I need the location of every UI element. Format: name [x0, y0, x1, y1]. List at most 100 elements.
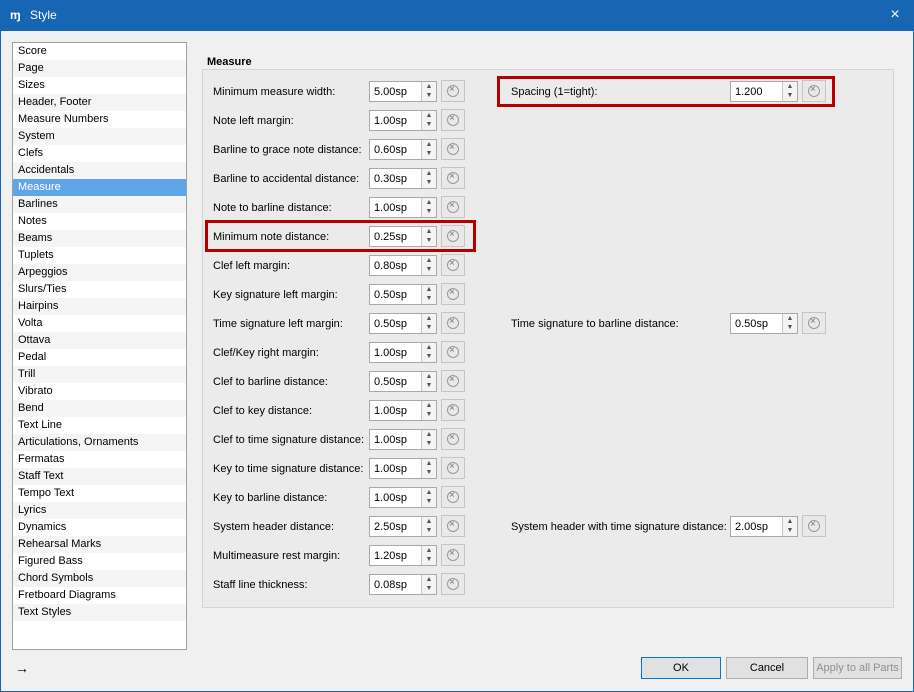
sidebar-item-slurs-ties[interactable]: Slurs/Ties — [13, 281, 186, 298]
setting-spinbox[interactable]: 1.20sp ▲ ▼ — [369, 545, 437, 566]
sidebar-item-chord-symbols[interactable]: Chord Symbols — [13, 570, 186, 587]
spin-up-icon[interactable]: ▲ — [422, 343, 436, 352]
header-time-sig-spinbox[interactable]: 2.00sp ▲ ▼ — [730, 516, 798, 537]
spin-up-icon[interactable]: ▲ — [422, 372, 436, 381]
setting-spinbox[interactable]: 0.60sp ▲ ▼ — [369, 139, 437, 160]
spin-arrows[interactable]: ▲ ▼ — [782, 314, 797, 333]
sidebar-item-vibrato[interactable]: Vibrato — [13, 383, 186, 400]
setting-spinbox[interactable]: 0.30sp ▲ ▼ — [369, 168, 437, 189]
spin-down-icon[interactable]: ▼ — [422, 149, 436, 158]
reset-button[interactable] — [441, 399, 465, 421]
spin-up-icon[interactable]: ▲ — [422, 285, 436, 294]
reset-button[interactable] — [441, 515, 465, 537]
spin-arrows[interactable]: ▲ ▼ — [421, 140, 436, 159]
spin-up-icon[interactable]: ▲ — [422, 140, 436, 149]
spin-arrows[interactable]: ▲ ▼ — [421, 401, 436, 420]
sidebar-item-tempo-text[interactable]: Tempo Text — [13, 485, 186, 502]
spin-down-icon[interactable]: ▼ — [422, 439, 436, 448]
sidebar-item-ottava[interactable]: Ottava — [13, 332, 186, 349]
spin-down-icon[interactable]: ▼ — [422, 526, 436, 535]
spin-down-icon[interactable]: ▼ — [783, 526, 797, 535]
sidebar-item-rehearsal-marks[interactable]: Rehearsal Marks — [13, 536, 186, 553]
spin-arrows[interactable]: ▲ ▼ — [421, 285, 436, 304]
setting-spinbox[interactable]: 0.50sp ▲ ▼ — [369, 284, 437, 305]
setting-spinbox[interactable]: 0.50sp ▲ ▼ — [369, 371, 437, 392]
sidebar-item-clefs[interactable]: Clefs — [13, 145, 186, 162]
spin-up-icon[interactable]: ▲ — [422, 198, 436, 207]
spin-up-icon[interactable]: ▲ — [422, 169, 436, 178]
spin-arrows[interactable]: ▲ ▼ — [421, 169, 436, 188]
sidebar-item-bend[interactable]: Bend — [13, 400, 186, 417]
spin-arrows[interactable]: ▲ ▼ — [421, 459, 436, 478]
spin-arrows[interactable]: ▲ ▼ — [421, 198, 436, 217]
setting-spinbox[interactable]: 0.80sp ▲ ▼ — [369, 255, 437, 276]
setting-spinbox[interactable]: 1.00sp ▲ ▼ — [369, 342, 437, 363]
sidebar-item-staff-text[interactable]: Staff Text — [13, 468, 186, 485]
spin-down-icon[interactable]: ▼ — [422, 265, 436, 274]
reset-button[interactable] — [441, 109, 465, 131]
sidebar-item-tuplets[interactable]: Tuplets — [13, 247, 186, 264]
reset-button[interactable] — [441, 573, 465, 595]
time-sig-barline-spinbox[interactable]: 0.50sp ▲ ▼ — [730, 313, 798, 334]
collapse-arrow-icon[interactable]: → — [15, 660, 29, 676]
sidebar-item-dynamics[interactable]: Dynamics — [13, 519, 186, 536]
spin-down-icon[interactable]: ▼ — [783, 323, 797, 332]
sidebar-item-measure-numbers[interactable]: Measure Numbers — [13, 111, 186, 128]
reset-button[interactable] — [441, 457, 465, 479]
sidebar-item-pedal[interactable]: Pedal — [13, 349, 186, 366]
spin-arrows[interactable]: ▲ ▼ — [421, 111, 436, 130]
spin-up-icon[interactable]: ▲ — [422, 488, 436, 497]
sidebar-item-measure[interactable]: Measure — [13, 179, 186, 196]
spin-arrows[interactable]: ▲ ▼ — [421, 430, 436, 449]
reset-button[interactable] — [441, 428, 465, 450]
sidebar-item-barlines[interactable]: Barlines — [13, 196, 186, 213]
spin-down-icon[interactable]: ▼ — [422, 178, 436, 187]
spin-arrows[interactable]: ▲ ▼ — [421, 488, 436, 507]
spin-down-icon[interactable]: ▼ — [422, 497, 436, 506]
sidebar-item-sizes[interactable]: Sizes — [13, 77, 186, 94]
cancel-button[interactable]: Cancel — [726, 657, 808, 679]
sidebar-item-text-line[interactable]: Text Line — [13, 417, 186, 434]
reset-button[interactable] — [441, 544, 465, 566]
sidebar-item-header-footer[interactable]: Header, Footer — [13, 94, 186, 111]
setting-spinbox[interactable]: 1.00sp ▲ ▼ — [369, 110, 437, 131]
spin-up-icon[interactable]: ▲ — [422, 430, 436, 439]
reset-button[interactable] — [441, 80, 465, 102]
reset-button[interactable] — [441, 370, 465, 392]
sidebar-item-accidentals[interactable]: Accidentals — [13, 162, 186, 179]
setting-spinbox[interactable]: 1.00sp ▲ ▼ — [369, 197, 437, 218]
spin-arrows[interactable]: ▲ ▼ — [421, 343, 436, 362]
spin-up-icon[interactable]: ▲ — [422, 82, 436, 91]
spin-up-icon[interactable]: ▲ — [422, 575, 436, 584]
reset-button[interactable] — [441, 138, 465, 160]
sidebar-item-system[interactable]: System — [13, 128, 186, 145]
spin-up-icon[interactable]: ▲ — [422, 111, 436, 120]
reset-button[interactable] — [441, 341, 465, 363]
spin-arrows[interactable]: ▲ ▼ — [421, 82, 436, 101]
spin-up-icon[interactable]: ▲ — [783, 314, 797, 323]
spin-up-icon[interactable]: ▲ — [422, 546, 436, 555]
spin-down-icon[interactable]: ▼ — [422, 555, 436, 564]
spin-down-icon[interactable]: ▼ — [422, 410, 436, 419]
sidebar-item-beams[interactable]: Beams — [13, 230, 186, 247]
setting-spinbox[interactable]: 1.00sp ▲ ▼ — [369, 487, 437, 508]
sidebar-item-page[interactable]: Page — [13, 60, 186, 77]
spin-up-icon[interactable]: ▲ — [422, 517, 436, 526]
spin-down-icon[interactable]: ▼ — [422, 294, 436, 303]
reset-header-time-sig-button[interactable] — [802, 515, 826, 537]
setting-spinbox[interactable]: 2.50sp ▲ ▼ — [369, 516, 437, 537]
sidebar-item-score[interactable]: Score — [13, 43, 186, 60]
reset-button[interactable] — [441, 312, 465, 334]
reset-button[interactable] — [441, 167, 465, 189]
spin-down-icon[interactable]: ▼ — [422, 584, 436, 593]
spin-up-icon[interactable]: ▲ — [422, 256, 436, 265]
setting-spinbox[interactable]: 0.50sp ▲ ▼ — [369, 313, 437, 334]
spin-down-icon[interactable]: ▼ — [422, 352, 436, 361]
spin-up-icon[interactable]: ▲ — [783, 517, 797, 526]
sidebar-item-figured-bass[interactable]: Figured Bass — [13, 553, 186, 570]
category-list[interactable]: Score Page Sizes Header, Footer Measure Numb… — [12, 42, 187, 650]
close-icon[interactable]: × — [886, 6, 904, 24]
setting-spinbox[interactable]: 1.00sp ▲ ▼ — [369, 429, 437, 450]
apply-all-parts-button[interactable]: Apply to all Parts — [813, 657, 902, 679]
setting-spinbox[interactable]: 1.00sp ▲ ▼ — [369, 400, 437, 421]
